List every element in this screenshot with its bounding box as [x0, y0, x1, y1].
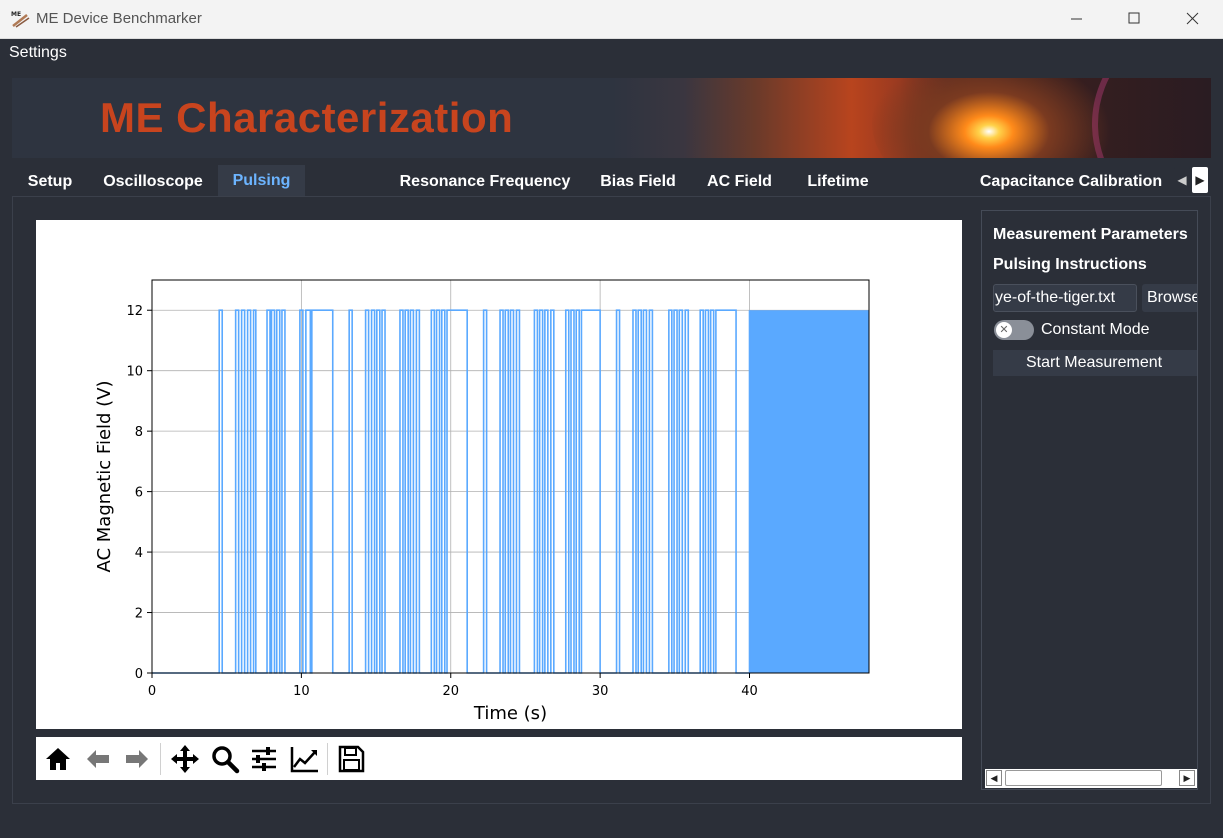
- constant-pulse-region: [749, 310, 869, 673]
- home-button[interactable]: [42, 743, 74, 775]
- toggle-off-icon: ✕: [996, 322, 1012, 338]
- tab-capacitance-calibration[interactable]: Capacitance Calibration: [966, 165, 1176, 196]
- constant-mode-label: Constant Mode: [1041, 321, 1150, 338]
- x-tick-label: 10: [293, 684, 310, 699]
- tab-resonance-frequency[interactable]: Resonance Frequency: [386, 165, 584, 196]
- maximize-button[interactable]: [1105, 0, 1163, 38]
- back-icon: [87, 750, 109, 768]
- scrollbar-thumb[interactable]: [1005, 770, 1162, 786]
- y-tick-label: 10: [126, 365, 143, 380]
- maximize-icon: [1128, 12, 1140, 24]
- y-tick-label: 0: [135, 667, 143, 682]
- toolbar-separator: [327, 743, 328, 775]
- tab-scroll-left-button[interactable]: ◀: [1174, 167, 1190, 193]
- forward-button[interactable]: [121, 743, 153, 775]
- menu-settings[interactable]: Settings: [9, 44, 67, 62]
- tab-lifetime[interactable]: Lifetime: [791, 165, 885, 196]
- window-titlebar: ME ME Device Benchmarker: [0, 0, 1223, 39]
- plot-toolbar: [36, 737, 962, 780]
- zoom-icon: [212, 746, 240, 774]
- y-tick-label: 8: [135, 425, 143, 440]
- menu-bar: Settings: [0, 39, 1223, 69]
- header-banner: ME Characterization: [12, 78, 1211, 158]
- toolbar-separator: [160, 743, 161, 775]
- plot-canvas[interactable]: 0 10 20 30 40 0 2 4 6 8 10 12 Time (s) AC Magnetic …: [36, 220, 962, 729]
- scroll-right-icon[interactable]: ▶: [1179, 770, 1195, 786]
- edit-axis-button[interactable]: [288, 743, 320, 775]
- forward-icon: [126, 750, 148, 768]
- browse-button[interactable]: Browse: [1142, 284, 1197, 312]
- home-icon: [46, 748, 70, 770]
- pulsing-instructions-label: Pulsing Instructions: [993, 256, 1147, 273]
- pan-icon: [171, 745, 199, 773]
- x-tick-label: 0: [148, 684, 156, 699]
- save-icon: [338, 745, 365, 773]
- x-tick-label: 40: [741, 684, 758, 699]
- y-tick-label: 2: [135, 607, 143, 622]
- x-tick-label: 20: [442, 684, 459, 699]
- measurement-panel: Measurement Parameters Pulsing Instructi…: [981, 210, 1198, 790]
- edit-axis-icon: [290, 747, 318, 773]
- back-button[interactable]: [82, 743, 114, 775]
- y-tick-label: 12: [126, 304, 143, 319]
- svg-text:ME: ME: [11, 11, 21, 18]
- app-logo-icon: ME: [11, 11, 30, 28]
- x-tick-label: 30: [592, 684, 609, 699]
- close-button[interactable]: [1163, 0, 1221, 38]
- pan-button[interactable]: [169, 743, 201, 775]
- window-title: ME Device Benchmarker: [36, 10, 202, 27]
- pulsing-chart: 0 10 20 30 40 0 2 4 6 8 10 12 Time (s) AC Magnetic …: [94, 279, 870, 724]
- y-tick-label: 4: [135, 546, 143, 561]
- scroll-left-icon[interactable]: ◀: [986, 770, 1002, 786]
- measurement-parameters-heading: Measurement Parameters: [993, 226, 1188, 243]
- close-icon: [1186, 12, 1199, 25]
- tab-setup[interactable]: Setup: [12, 165, 88, 196]
- configure-subplots-icon: [252, 747, 276, 771]
- save-button[interactable]: [335, 743, 367, 775]
- x-axis-label: Time (s): [473, 703, 547, 724]
- instructions-file-field[interactable]: ye-of-the-tiger.txt: [993, 284, 1137, 312]
- tab-ac-field[interactable]: AC Field: [692, 165, 787, 196]
- panel-horizontal-scrollbar[interactable]: ◀ ▶: [985, 769, 1197, 788]
- tab-scroll-right-button[interactable]: ▶: [1192, 167, 1208, 193]
- minimize-button[interactable]: [1048, 0, 1106, 38]
- tab-bar: Setup Oscilloscope Pulsing Resonance Fre…: [12, 165, 1211, 196]
- y-tick-label: 6: [135, 486, 143, 501]
- configure-subplots-button[interactable]: [248, 743, 280, 775]
- tab-oscilloscope[interactable]: Oscilloscope: [92, 165, 214, 196]
- constant-mode-toggle[interactable]: ✕: [994, 320, 1034, 340]
- y-axis-label: AC Magnetic Field (V): [94, 380, 115, 572]
- minimize-icon: [1071, 18, 1082, 20]
- tab-bias-field[interactable]: Bias Field: [588, 165, 688, 196]
- banner-ring-decoration: [1092, 78, 1211, 158]
- start-measurement-button[interactable]: Start Measurement: [993, 350, 1197, 376]
- tab-pulsing[interactable]: Pulsing: [218, 165, 305, 196]
- zoom-button[interactable]: [209, 743, 241, 775]
- banner-title: ME Characterization: [100, 94, 514, 141]
